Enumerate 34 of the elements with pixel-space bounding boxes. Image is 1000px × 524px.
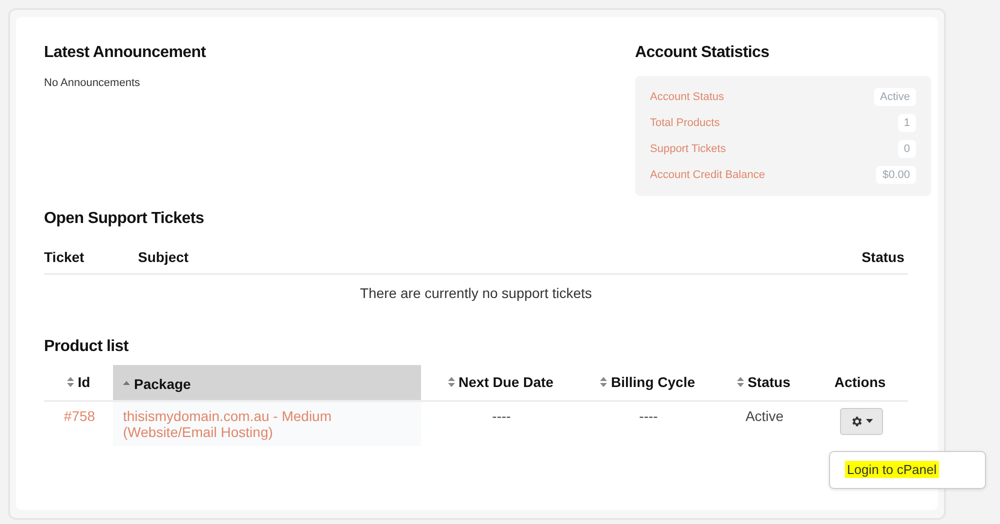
- caret-icon: [866, 419, 872, 423]
- stat-label: Support Tickets: [650, 143, 726, 155]
- column-header[interactable]: Next Due Date: [421, 365, 580, 400]
- sort-up-icon: [123, 381, 130, 386]
- column-header[interactable]: Package: [113, 365, 421, 400]
- section-title: Account Statistics: [635, 43, 770, 63]
- column-header[interactable]: Status: [715, 365, 812, 400]
- sort-icon: [66, 377, 74, 388]
- stat-label: Total Products: [650, 117, 720, 129]
- section-title: Latest Announcement: [44, 43, 207, 63]
- column-header: Status: [858, 241, 908, 274]
- stat-value: $0.00: [876, 166, 916, 184]
- actions-dropdown-button[interactable]: [840, 408, 882, 434]
- stat-label: Account Credit Balance: [650, 169, 765, 181]
- section-title: Open Support Tickets: [44, 209, 205, 229]
- table-cell: ----: [580, 400, 715, 446]
- table-cell: ----: [421, 400, 580, 446]
- column-header: Subject: [138, 241, 858, 274]
- column-header: Actions: [812, 365, 908, 400]
- sort-icon: [448, 377, 455, 388]
- menu-item[interactable]: Login to cPanel: [845, 461, 939, 478]
- column-header[interactable]: Billing Cycle: [580, 365, 715, 400]
- sort-icon: [600, 377, 607, 388]
- section-title: Product list: [44, 337, 130, 357]
- stat-value: 1: [898, 114, 916, 132]
- stat-value: Active: [874, 88, 916, 106]
- stat-value: 0: [898, 140, 916, 158]
- table-cell: Active: [715, 400, 812, 446]
- announcement-message: No Announcements: [44, 77, 142, 89]
- empty-message: There are currently no support tickets: [44, 274, 908, 311]
- stat-label: Account Status: [650, 91, 724, 103]
- column-header: Ticket: [44, 241, 138, 274]
- sort-icon: [736, 377, 744, 388]
- gear-icon: [850, 414, 862, 428]
